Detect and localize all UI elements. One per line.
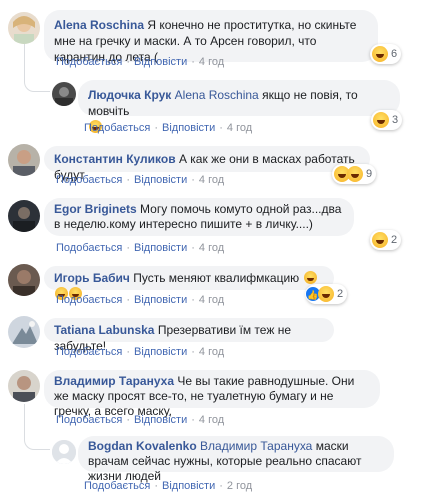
comment-actions: Подобається · Відповісти · 4 год bbox=[84, 122, 253, 134]
comment-actions: Подобається · Відповісти · 4 год bbox=[56, 346, 225, 358]
avatar[interactable] bbox=[8, 264, 40, 296]
reaction-count: 2 bbox=[391, 234, 398, 246]
reaction-count: 6 bbox=[391, 48, 398, 60]
avatar[interactable] bbox=[52, 440, 76, 464]
reply-button[interactable]: Відповісти bbox=[134, 242, 187, 254]
timestamp[interactable]: 2 год bbox=[227, 480, 252, 492]
comment-author[interactable]: Alena Roschina bbox=[54, 18, 144, 32]
comment-actions: Подобається · Відповісти · 4 год bbox=[56, 56, 225, 68]
reply-connector bbox=[24, 44, 50, 92]
reaction-count: 9 bbox=[366, 168, 373, 180]
comment-bubble: Alena Roschina Я конечно не проститутка,… bbox=[44, 10, 378, 64]
comment-author[interactable]: Egor Briginets bbox=[54, 202, 137, 216]
haha-icon bbox=[318, 286, 334, 302]
reply-button[interactable]: Відповісти bbox=[134, 56, 187, 68]
comment-actions: Подобається · Відповісти · 4 год bbox=[56, 414, 225, 426]
comment-text: Пусть меняют квалифмкацию bbox=[133, 271, 300, 285]
like-button[interactable]: Подобається bbox=[56, 346, 122, 358]
timestamp[interactable]: 4 год bbox=[199, 56, 224, 68]
like-button[interactable]: Подобається bbox=[56, 56, 122, 68]
like-button[interactable]: Подобається bbox=[56, 414, 122, 426]
comment-author[interactable]: Людочка Крук bbox=[88, 88, 171, 102]
timestamp[interactable]: 4 год bbox=[199, 294, 224, 306]
avatar[interactable] bbox=[52, 82, 76, 106]
like-button[interactable]: Подобається bbox=[56, 242, 122, 254]
mention-link[interactable]: Alena Roschina bbox=[175, 88, 259, 102]
timestamp[interactable]: 4 год bbox=[199, 346, 224, 358]
comment-bubble: Константин Куликов А как же они в масках… bbox=[44, 146, 370, 182]
timestamp[interactable]: 4 год bbox=[199, 242, 224, 254]
avatar[interactable] bbox=[8, 12, 40, 44]
comment-bubble: Egor Briginets Могу помочь комуто одной … bbox=[44, 198, 354, 236]
like-button[interactable]: Подобається bbox=[56, 294, 122, 306]
comment-author[interactable]: Константин Куликов bbox=[54, 152, 176, 166]
comment-actions: Подобається · Відповісти · 2 год bbox=[84, 480, 253, 492]
avatar[interactable] bbox=[8, 316, 40, 348]
reaction-count: 3 bbox=[392, 114, 399, 126]
comment-bubble: Bogdan Kovalenko Владимир Тарануха маски… bbox=[78, 436, 394, 483]
comment-author[interactable]: Tatiana Labunska bbox=[54, 323, 154, 337]
comment-bubble: Людочка Крук Alena Roschina якщо не пові… bbox=[78, 80, 400, 133]
avatar[interactable] bbox=[8, 200, 40, 232]
comment-author[interactable]: Владимир Тарануха bbox=[54, 374, 174, 388]
like-button[interactable]: Подобається bbox=[56, 174, 122, 186]
reply-button[interactable]: Відповісти bbox=[134, 414, 187, 426]
comment-bubble: Игорь Бабич Пусть меняют квалифмкацию bbox=[44, 266, 334, 300]
reaction-summary[interactable]: 2 bbox=[370, 230, 402, 250]
reaction-summary[interactable]: 3 bbox=[371, 110, 403, 130]
comment-author[interactable]: Игорь Бабич bbox=[54, 271, 130, 285]
reaction-summary[interactable]: 👍 2 bbox=[305, 284, 348, 304]
timestamp[interactable]: 4 год bbox=[199, 174, 224, 186]
reaction-summary[interactable]: 6 bbox=[370, 44, 402, 64]
timestamp[interactable]: 4 год bbox=[199, 414, 224, 426]
haha-icon bbox=[372, 46, 388, 62]
comment-actions: Подобається · Відповісти · 4 год bbox=[56, 294, 225, 306]
avatar[interactable] bbox=[8, 370, 40, 402]
reaction-summary[interactable]: 9 bbox=[332, 164, 377, 184]
reply-button[interactable]: Відповісти bbox=[162, 480, 215, 492]
haha-icon bbox=[347, 166, 363, 182]
comment-bubble: Tatiana Labunska Презервативи їм теж не … bbox=[44, 318, 334, 353]
reply-button[interactable]: Відповісти bbox=[134, 346, 187, 358]
haha-icon bbox=[303, 271, 317, 284]
comment-actions: Подобається · Відповісти · 4 год bbox=[56, 242, 225, 254]
comment-actions: Подобається · Відповісти · 4 год bbox=[56, 174, 225, 186]
reply-button[interactable]: Відповісти bbox=[134, 294, 187, 306]
comment-author[interactable]: Bogdan Kovalenko bbox=[88, 439, 197, 453]
like-button[interactable]: Подобається bbox=[84, 480, 150, 492]
reply-connector bbox=[24, 404, 50, 450]
timestamp[interactable]: 4 год bbox=[227, 122, 252, 134]
reply-button[interactable]: Відповісти bbox=[162, 122, 215, 134]
mention-link[interactable]: Владимир Тарануха bbox=[200, 439, 312, 453]
avatar[interactable] bbox=[8, 144, 40, 176]
haha-icon bbox=[372, 232, 388, 248]
reply-button[interactable]: Відповісти bbox=[134, 174, 187, 186]
reaction-count: 2 bbox=[337, 288, 344, 300]
haha-icon bbox=[373, 112, 389, 128]
comment-bubble: Владимир Тарануха Че вы такие равнодушны… bbox=[44, 370, 380, 418]
like-button[interactable]: Подобається bbox=[84, 122, 150, 134]
